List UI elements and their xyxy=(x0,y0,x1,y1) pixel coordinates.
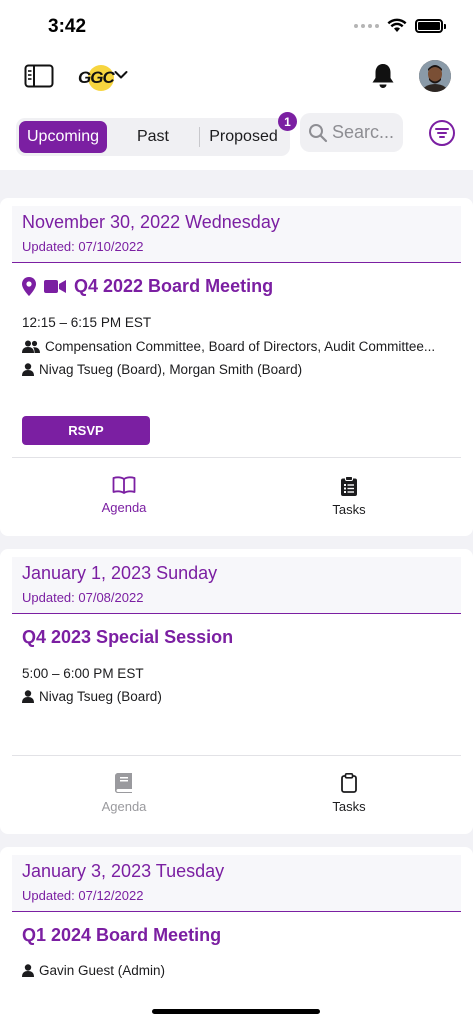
meeting-card[interactable]: November 30, 2022 Wednesday Updated: 07/… xyxy=(0,198,473,536)
avatar[interactable] xyxy=(419,60,451,92)
meeting-date: January 1, 2023 Sunday xyxy=(22,563,218,583)
meeting-card[interactable]: January 1, 2023 Sunday Updated: 07/08/20… xyxy=(0,549,473,834)
committees-text: Compensation Committee, Board of Directo… xyxy=(45,339,436,354)
meeting-committees: Compensation Committee, Board of Directo… xyxy=(22,339,452,354)
meeting-attendees: Gavin Guest (Admin) xyxy=(22,963,165,978)
search-icon xyxy=(309,123,328,142)
meeting-attendees: Nivag Tsueg (Board) xyxy=(22,689,162,704)
attendees-text: Nivag Tsueg (Board) xyxy=(39,689,162,704)
chevron-down-icon xyxy=(114,71,128,79)
updated-date: Updated: 07/08/2022 xyxy=(22,590,144,605)
attendees-text: Gavin Guest (Admin) xyxy=(39,963,166,978)
tab-proposed[interactable]: Proposed xyxy=(199,127,287,147)
tasks-label: Tasks xyxy=(332,502,366,517)
sidebar-toggle-icon[interactable] xyxy=(24,64,54,88)
status-bar: 3:42 xyxy=(0,0,473,52)
meeting-title[interactable]: Q4 2022 Board Meeting xyxy=(22,276,273,297)
meeting-time-text: 5:00 – 6:00 PM EST xyxy=(22,666,144,681)
agenda-button-disabled: Agenda xyxy=(64,773,184,814)
meeting-time: 12:15 – 6:15 PM EST xyxy=(22,315,151,330)
bell-icon[interactable] xyxy=(370,62,396,90)
tasks-button[interactable]: Tasks xyxy=(289,773,409,814)
rsvp-button[interactable]: RSVP xyxy=(22,416,150,445)
meeting-date-header: January 1, 2023 Sunday Updated: 07/08/20… xyxy=(12,557,461,614)
person-icon xyxy=(22,363,34,376)
meeting-title-text: Q1 2024 Board Meeting xyxy=(22,925,222,945)
status-time: 3:42 xyxy=(48,16,87,37)
meeting-title[interactable]: Q1 2024 Board Meeting xyxy=(22,925,221,946)
person-icon xyxy=(22,964,34,977)
org-logo-switcher[interactable]: GGC xyxy=(78,62,130,94)
meeting-title-text: Q4 2023 Special Session xyxy=(22,627,234,647)
meeting-attendees: Nivag Tsueg (Board), Morgan Smith (Board… xyxy=(22,362,302,377)
clipboard-list-icon xyxy=(341,476,357,496)
meeting-card[interactable]: January 3, 2023 Tuesday Updated: 07/12/2… xyxy=(0,847,473,1024)
tab-past[interactable]: Past xyxy=(107,121,199,153)
book-icon xyxy=(115,773,132,793)
status-icons xyxy=(354,18,446,33)
group-icon xyxy=(22,340,40,353)
person-icon xyxy=(22,690,34,703)
location-pin-icon xyxy=(22,277,36,296)
meeting-date: November 30, 2022 Wednesday xyxy=(22,212,280,232)
agenda-label: Agenda xyxy=(101,500,147,515)
card-divider xyxy=(12,755,461,756)
tasks-label: Tasks xyxy=(332,799,366,814)
meeting-title[interactable]: Q4 2023 Special Session xyxy=(22,627,233,648)
proposed-count-badge: 1 xyxy=(278,112,297,131)
open-book-icon xyxy=(112,476,136,494)
agenda-button[interactable]: Agenda xyxy=(64,476,184,515)
agenda-label: Agenda xyxy=(101,799,147,814)
logo-text: GGC xyxy=(78,68,115,87)
updated-date: Updated: 07/12/2022 xyxy=(22,888,144,903)
search-input[interactable] xyxy=(332,122,402,143)
meeting-date-header: January 3, 2023 Tuesday Updated: 07/12/2… xyxy=(12,855,461,912)
meeting-time: 5:00 – 6:00 PM EST xyxy=(22,666,144,681)
wifi-icon xyxy=(387,18,407,32)
tab-upcoming[interactable]: Upcoming xyxy=(19,121,107,153)
attendees-text: Nivag Tsueg (Board), Morgan Smith (Board… xyxy=(39,362,303,377)
updated-date: Updated: 07/10/2022 xyxy=(22,239,144,254)
clipboard-icon xyxy=(341,773,357,793)
meeting-date-header: November 30, 2022 Wednesday Updated: 07/… xyxy=(12,206,461,263)
home-indicator[interactable] xyxy=(152,1009,320,1014)
tasks-button[interactable]: Tasks xyxy=(289,476,409,517)
card-divider xyxy=(12,457,461,458)
meeting-date: January 3, 2023 Tuesday xyxy=(22,861,225,881)
filter-icon[interactable] xyxy=(428,119,456,147)
user-photo-icon xyxy=(419,60,451,92)
meeting-time-text: 12:15 – 6:15 PM EST xyxy=(22,315,152,330)
video-camera-icon xyxy=(44,280,66,293)
signal-icon xyxy=(354,23,379,28)
top-nav: GGC xyxy=(0,56,473,100)
meeting-filter-tabs: Upcoming Past Proposed xyxy=(16,118,290,156)
battery-icon xyxy=(415,18,446,33)
meeting-title-text: Q4 2022 Board Meeting xyxy=(74,276,274,296)
search-box[interactable] xyxy=(300,113,403,152)
